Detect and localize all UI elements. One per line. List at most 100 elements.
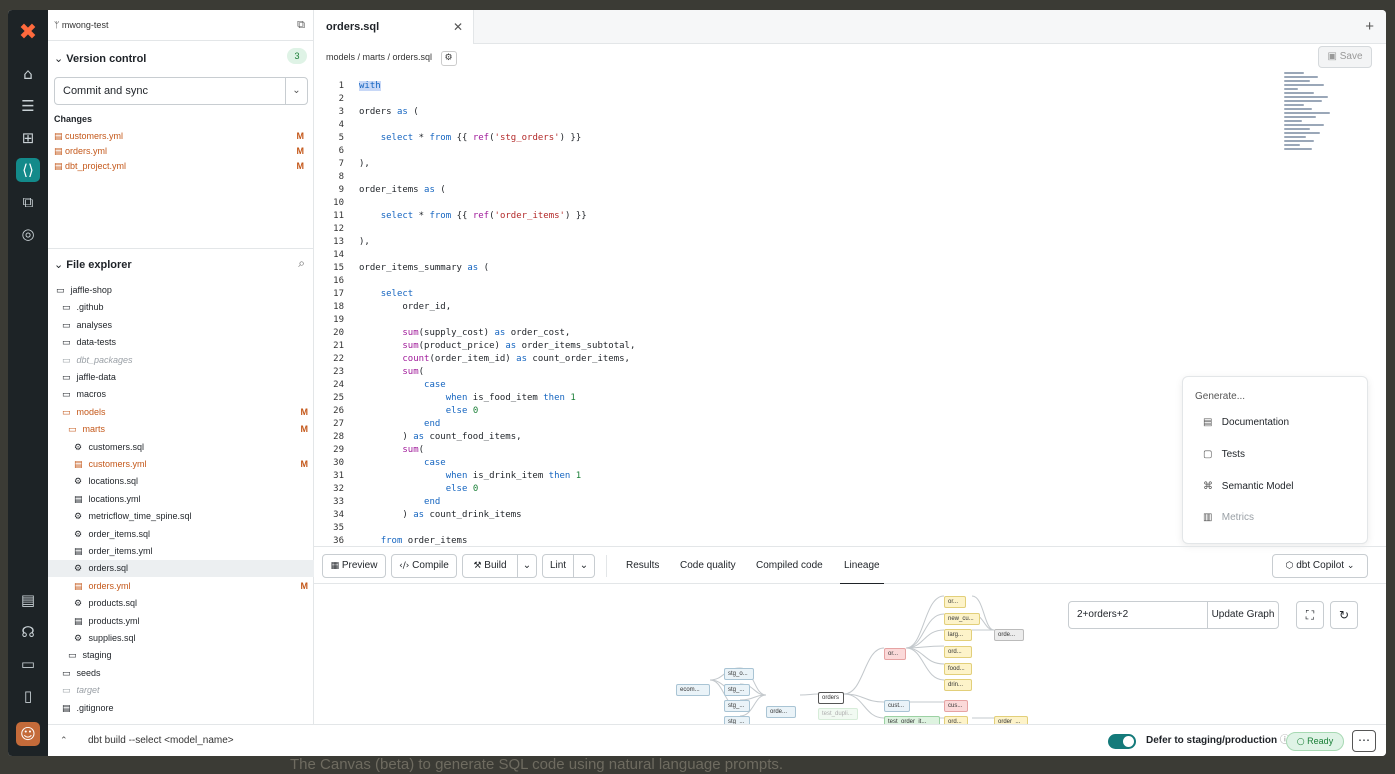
code-line[interactable]: count(order_item_id) as count_order_item… [359, 354, 630, 364]
tab-code-quality[interactable]: Code quality [680, 547, 736, 585]
code-line[interactable]: select * from {{ ref('stg_orders') }} [359, 133, 582, 143]
file-tree-item[interactable]: ▭ seeds [48, 665, 314, 682]
command-input[interactable]: dbt build --select <model_name> [88, 725, 234, 756]
generate-documentation-item[interactable]: ▤ Documentation [1203, 417, 1289, 428]
code-line[interactable]: ) as count_drink_items [359, 510, 521, 520]
changed-file[interactable]: ▤ orders.yml M [54, 146, 308, 157]
code-line[interactable]: case [359, 380, 446, 390]
code-line[interactable]: sum(product_price) as order_items_subtot… [359, 341, 635, 351]
lineage-node[interactable]: test_dupli... [818, 708, 858, 720]
lineage-node[interactable]: orde... [994, 629, 1024, 641]
code-line[interactable]: end [359, 419, 440, 429]
preview-button[interactable]: ▦ Preview [322, 554, 386, 578]
file-tree-item[interactable]: ▭ staging [48, 647, 314, 664]
branch-name[interactable]: ᛘ mwong-test [54, 20, 108, 31]
code-line[interactable]: select * from {{ ref('order_items') }} [359, 211, 587, 221]
code-line[interactable]: end [359, 497, 440, 507]
code-line[interactable]: ), [359, 237, 370, 247]
lineage-node[interactable]: stg_... [724, 700, 750, 712]
database-icon[interactable]: ☰ [16, 94, 40, 118]
file-explorer-header[interactable]: ⌄ File explorer [54, 258, 132, 271]
tab-compiled-code[interactable]: Compiled code [756, 547, 823, 585]
build-dropdown[interactable]: ⌄ [517, 554, 537, 578]
breadcrumb-path[interactable]: models / marts / orders.sql [326, 52, 432, 62]
compass-icon[interactable]: ◎ [16, 222, 40, 246]
defer-toggle[interactable] [1108, 734, 1136, 749]
code-line[interactable]: order_items as ( [359, 185, 446, 195]
file-tree-item[interactable]: ▭ marts M [48, 421, 314, 438]
lint-button[interactable]: Lint [542, 554, 574, 578]
file-tree-item[interactable]: ⚙ orders.sql [48, 560, 314, 578]
file-tree-item[interactable]: ▤ order_items.yml [48, 543, 314, 560]
search-icon[interactable]: ⌕ [298, 256, 305, 271]
archive-icon[interactable]: ▭ [16, 652, 40, 676]
save-button[interactable]: ▣ Save [1318, 46, 1372, 68]
file-tree-item[interactable]: ▭ macros [48, 386, 314, 403]
dbt-copilot-button[interactable]: ⬡ dbt Copilot ⌄ [1272, 554, 1368, 578]
clipboard-icon[interactable]: ▤ [16, 588, 40, 612]
code-line[interactable]: order_id, [359, 302, 451, 312]
code-line[interactable]: else 0 [359, 406, 479, 416]
fullscreen-icon[interactable]: ⛶ [1296, 601, 1324, 629]
new-tab-icon[interactable]: + [1365, 18, 1374, 35]
lineage-node[interactable]: new_cu... [944, 613, 980, 625]
file-tree-item[interactable]: ▤ orders.yml M [48, 578, 314, 595]
file-tree-item[interactable]: ▤ .gitignore [48, 700, 314, 717]
code-line[interactable]: order_items_summary as ( [359, 263, 489, 273]
phone-icon[interactable]: ▯ [16, 684, 40, 708]
code-line[interactable]: else 0 [359, 484, 479, 494]
tab-orders-sql[interactable]: orders.sql ✕ [314, 10, 474, 44]
layout-icon[interactable]: ⊞ [16, 126, 40, 150]
close-icon[interactable]: ✕ [453, 10, 463, 44]
code-line[interactable]: orders as ( [359, 107, 419, 117]
lineage-node[interactable]: stg_... [724, 716, 750, 724]
file-tree-item[interactable]: ▤ locations.yml [48, 491, 314, 508]
code-line[interactable]: sum( [359, 445, 424, 455]
lint-dropdown[interactable]: ⌄ [573, 554, 595, 578]
file-tree-item[interactable]: ▭ target [48, 682, 314, 699]
code-line[interactable]: when is_food_item then 1 [359, 393, 576, 403]
lineage-node[interactable]: ord... [944, 716, 968, 724]
file-tree-item[interactable]: ⚙ products.sql [48, 595, 314, 612]
lineage-node[interactable]: test_order_it... [884, 716, 940, 724]
lineage-node[interactable]: larg... [944, 629, 972, 641]
lineage-node[interactable]: food... [944, 663, 972, 675]
version-control-header[interactable]: ⌄ Version control [54, 52, 146, 65]
lineage-node-selected[interactable]: orders [818, 692, 844, 704]
headset-icon[interactable]: ☊ [16, 620, 40, 644]
lineage-node[interactable]: cust... [884, 700, 910, 712]
refresh-icon[interactable]: ↻ [1330, 601, 1358, 629]
lineage-node[interactable]: stg_... [724, 684, 750, 696]
file-tree-item[interactable]: ▭ models M [48, 404, 314, 421]
lineage-node[interactable]: cus... [944, 700, 968, 712]
lineage-node[interactable]: or... [884, 648, 906, 660]
dbt-logo-icon[interactable]: ✖ [17, 22, 39, 44]
compile-button[interactable]: ‹/› Compile [391, 554, 457, 578]
code-line[interactable]: from order_items [359, 536, 468, 546]
file-tree-item[interactable]: ▤ customers.yml M [48, 456, 314, 473]
lineage-graph[interactable]: or... new_cu... larg... ord... food... d… [314, 584, 1386, 724]
generate-metrics-item[interactable]: ▥ Metrics [1203, 512, 1254, 523]
lineage-node[interactable]: ecom... [676, 684, 710, 696]
home-icon[interactable]: ⌂ [16, 62, 40, 86]
lineage-node[interactable]: drin... [944, 679, 972, 691]
file-tree-item[interactable]: ⚙ order_items.sql [48, 526, 314, 543]
file-tree-item[interactable]: ▭ jaffle-data [48, 369, 314, 386]
minimap[interactable] [1284, 70, 1344, 190]
chevron-up-icon[interactable]: ⌃ [60, 725, 68, 756]
code-icon[interactable]: ⟨⟩ [16, 158, 40, 182]
file-tree-item[interactable]: ⚙ metricflow_time_spine.sql [48, 508, 314, 525]
update-graph-button[interactable]: Update Graph [1207, 601, 1279, 629]
more-options-button[interactable]: ⋯ [1352, 730, 1376, 752]
file-tree-item[interactable]: ▭ .github [48, 299, 314, 316]
lineage-node[interactable]: ord... [944, 646, 972, 658]
tab-results[interactable]: Results [626, 547, 659, 585]
file-tree-item[interactable]: ▤ products.yml [48, 613, 314, 630]
lineage-node[interactable]: stg_o... [724, 668, 754, 680]
generate-semantic-model-item[interactable]: ⌘ Semantic Model [1203, 481, 1293, 492]
code-line[interactable]: sum( [359, 367, 424, 377]
tab-lineage[interactable]: Lineage [840, 547, 884, 585]
code-line[interactable]: sum(supply_cost) as order_cost, [359, 328, 570, 338]
lineage-node[interactable]: or... [944, 596, 966, 608]
code-line[interactable]: with [359, 81, 381, 91]
